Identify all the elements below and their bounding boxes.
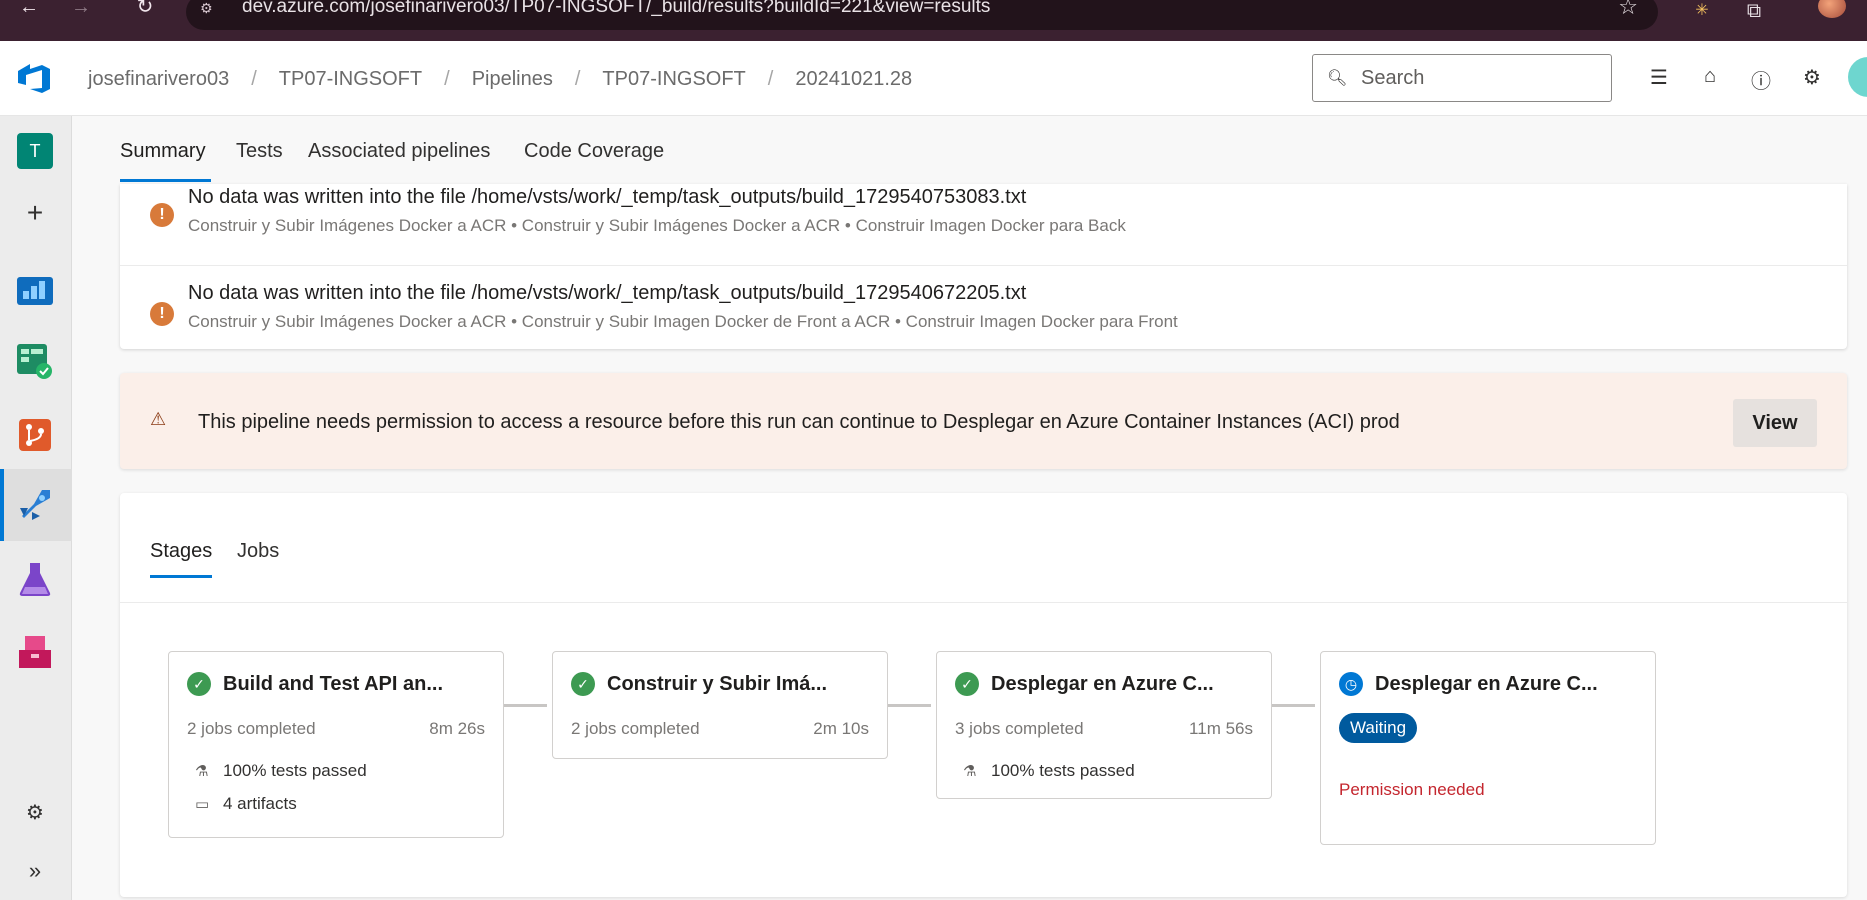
stages-panel: Stages Jobs ✓ Build and Test API an... 2… <box>120 493 1847 897</box>
warning-triangle-icon: ⚠ <box>150 409 167 429</box>
extensions-puzzle-icon[interactable]: ⧉ <box>1740 0 1768 22</box>
success-check-icon: ✓ <box>571 672 595 696</box>
help-icon[interactable]: ⓘ <box>1746 65 1776 93</box>
breadcrumb-project[interactable]: TP07-INGSOFT <box>279 68 422 90</box>
repos-icon[interactable] <box>16 416 54 454</box>
address-bar[interactable]: ⚙ dev.azure.com/josefinarivero03/TP07-IN… <box>186 0 1658 30</box>
tab-jobs[interactable]: Jobs <box>237 540 279 563</box>
stage-name: Desplegar en Azure C... <box>991 673 1214 695</box>
stage-tests[interactable]: ⚗ 100% tests passed <box>195 761 367 781</box>
warning-path: Construir y Subir Imágenes Docker a ACR … <box>188 216 1126 235</box>
stage-jobs: 3 jobs completed <box>955 719 1084 738</box>
success-check-icon: ✓ <box>187 672 211 696</box>
browser-profile-avatar[interactable] <box>1818 0 1846 18</box>
breadcrumb-run[interactable]: 20241021.28 <box>795 68 912 90</box>
permission-needed-text: Permission needed <box>1339 780 1485 799</box>
stage-connector <box>887 704 931 707</box>
stage-card[interactable]: ✓ Construir y Subir Imá... 2 jobs comple… <box>552 651 888 759</box>
breadcrumb: josefinarivero03/TP07-INGSOFT / Pipelines /… <box>88 68 913 90</box>
active-tab-indicator <box>150 575 212 578</box>
warning-path: Construir y Subir Imágenes Docker a ACR … <box>188 312 1178 331</box>
breadcrumb-pipeline[interactable]: TP07-INGSOFT <box>602 68 745 90</box>
pipelines-icon[interactable] <box>16 486 54 524</box>
stage-name: Build and Test API an... <box>223 673 444 695</box>
artifacts-icon[interactable] <box>16 633 54 671</box>
boards-icon[interactable] <box>16 343 54 381</box>
permission-banner: ⚠ This pipeline needs permission to acce… <box>120 373 1847 469</box>
extension-icon[interactable]: ✳ <box>1688 0 1716 20</box>
divider <box>120 602 1847 603</box>
forward-icon[interactable]: → <box>66 0 96 18</box>
user-settings-icon[interactable]: ⚙ <box>1797 65 1827 93</box>
tab-stages[interactable]: Stages <box>150 540 212 563</box>
tab-tests[interactable]: Tests <box>236 140 283 163</box>
reload-icon[interactable]: ↻ <box>130 0 160 18</box>
top-header: josefinarivero03/TP07-INGSOFT / Pipelines /… <box>0 41 1867 116</box>
azure-devops-logo[interactable] <box>16 61 54 95</box>
stage-card[interactable]: ✓ Build and Test API an... 2 jobs comple… <box>168 651 504 838</box>
warnings-list: ! No data was written into the file /hom… <box>120 184 1847 349</box>
stage-name: Construir y Subir Imá... <box>607 673 828 695</box>
success-check-icon: ✓ <box>955 672 979 696</box>
warning-icon: ! <box>150 302 174 326</box>
clock-icon: ◷ <box>1339 672 1363 696</box>
bookmark-star-icon[interactable]: ☆ <box>1618 0 1638 20</box>
stage-duration: 11m 56s <box>1189 719 1253 738</box>
browser-chrome: ← → ↻ ⚙ dev.azure.com/josefinarivero03/T… <box>0 0 1867 41</box>
view-button[interactable]: View <box>1733 399 1817 447</box>
expand-rail-icon[interactable]: » <box>16 852 54 890</box>
search-box[interactable]: 🔍︎ <box>1312 54 1612 102</box>
search-icon: 🔍︎ <box>1327 70 1348 87</box>
search-input[interactable] <box>1361 65 1601 91</box>
warning-icon: ! <box>150 203 174 227</box>
status-badge: Waiting <box>1339 713 1418 743</box>
stage-artifacts[interactable]: ▭ 4 artifacts <box>195 794 297 814</box>
tab-summary[interactable]: Summary <box>120 140 206 163</box>
back-icon[interactable]: ← <box>14 0 44 18</box>
stage-duration: 8m 26s <box>429 719 485 738</box>
breadcrumb-pipelines[interactable]: Pipelines <box>472 68 553 90</box>
url-text: dev.azure.com/josefinarivero03/TP07-INGS… <box>242 0 991 17</box>
project-avatar[interactable]: T <box>17 133 53 169</box>
banner-message: This pipeline needs permission to access… <box>198 411 1400 433</box>
list-item[interactable]: ! No data was written into the file /hom… <box>120 266 1847 349</box>
run-tabs: Summary Tests Associated pipelines Code … <box>72 116 1867 184</box>
work-items-list-icon[interactable]: ☰ <box>1644 65 1674 93</box>
stage-jobs: 2 jobs completed <box>187 719 316 738</box>
stage-connector <box>1271 704 1315 707</box>
stage-tests[interactable]: ⚗ 100% tests passed <box>963 761 1135 781</box>
stage-jobs: 2 jobs completed <box>571 719 700 738</box>
overview-icon[interactable] <box>16 270 54 308</box>
tab-code-coverage[interactable]: Code Coverage <box>524 140 664 163</box>
stage-connector <box>503 704 547 707</box>
stage-name: Desplegar en Azure C... <box>1375 673 1598 695</box>
marketplace-bag-icon[interactable]: ⌂ <box>1695 65 1725 93</box>
test-plans-icon[interactable] <box>16 560 54 598</box>
artifact-box-icon: ▭ <box>195 796 210 813</box>
rail-selected-indicator <box>0 469 4 541</box>
user-avatar[interactable] <box>1848 57 1867 97</box>
tab-associated-pipelines[interactable]: Associated pipelines <box>308 140 490 163</box>
new-project-icon[interactable]: + <box>16 194 54 232</box>
breadcrumb-org[interactable]: josefinarivero03 <box>88 68 229 90</box>
stage-card[interactable]: ✓ Desplegar en Azure C... 3 jobs complet… <box>936 651 1272 799</box>
stage-duration: 2m 10s <box>813 719 869 738</box>
left-nav-rail: T + ⚙ » <box>0 116 72 900</box>
warning-title: No data was written into the file /home/… <box>188 282 1027 304</box>
active-tab-indicator <box>120 179 211 182</box>
stage-card[interactable]: ◷ Desplegar en Azure C... Waiting Permis… <box>1320 651 1656 845</box>
warning-title: No data was written into the file /home/… <box>188 186 1027 208</box>
flask-icon: ⚗ <box>963 763 977 780</box>
list-item[interactable]: ! No data was written into the file /hom… <box>120 184 1847 266</box>
flask-icon: ⚗ <box>195 763 209 780</box>
project-settings-icon[interactable]: ⚙ <box>16 793 54 831</box>
site-info-icon[interactable]: ⚙ <box>200 0 222 18</box>
